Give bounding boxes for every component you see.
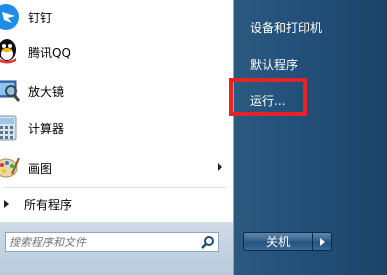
all-programs-button[interactable]: 所有程序 — [0, 192, 230, 216]
dingtalk-icon — [0, 3, 20, 31]
search-area — [0, 222, 233, 275]
arrow-right-icon — [320, 238, 325, 246]
search-input[interactable] — [6, 233, 189, 251]
devices-printers-item[interactable]: 设备和打印机 — [250, 19, 322, 36]
program-label: 腾讯QQ — [28, 45, 71, 60]
magnifier-icon — [0, 77, 21, 105]
program-label: 放大镜 — [28, 84, 65, 99]
program-item-magnifier[interactable]: 放大镜 — [0, 74, 230, 108]
program-item-paint[interactable]: 画图 — [0, 151, 230, 185]
program-label: 画图 — [28, 161, 53, 176]
search-icon[interactable] — [201, 235, 215, 249]
search-box[interactable] — [5, 232, 219, 252]
paint-icon — [0, 154, 20, 182]
shutdown-options-button[interactable] — [312, 232, 332, 251]
program-label: 计算器 — [28, 121, 65, 136]
submenu-arrow-icon[interactable] — [218, 163, 222, 171]
run-highlight-box — [229, 78, 307, 116]
all-programs-label: 所有程序 — [24, 198, 73, 212]
shutdown-button[interactable]: 关机 — [243, 232, 312, 251]
program-label: 钉钉 — [28, 10, 53, 25]
shutdown-control: 关机 — [243, 232, 333, 251]
calculator-icon — [0, 114, 20, 142]
default-programs-item[interactable]: 默认程序 — [250, 56, 298, 73]
program-item-qq[interactable]: 腾讯QQ — [0, 35, 230, 69]
divider — [4, 187, 226, 188]
program-item-calculator[interactable]: 计算器 — [0, 111, 230, 145]
expand-arrow-icon — [4, 200, 9, 208]
program-list-panel: 钉钉 腾讯QQ 放大镜 计算器 画图 所有程序 搜索程序和文件 — [0, 0, 234, 275]
qq-icon — [0, 38, 20, 66]
program-item-dingtalk[interactable]: 钉钉 — [0, 0, 230, 34]
shutdown-label: 关机 — [265, 235, 290, 249]
